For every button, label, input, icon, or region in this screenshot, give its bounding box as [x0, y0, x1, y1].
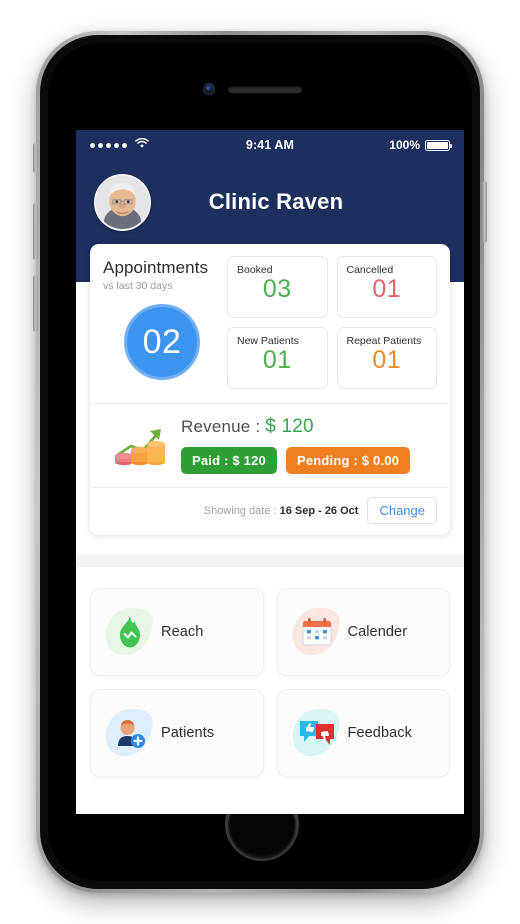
pending-badge[interactable]: Pending : $ 0.00 — [285, 447, 411, 474]
appointments-heading-block: Appointments vs last 30 days 02 — [103, 256, 221, 389]
volume-up-button[interactable] — [33, 203, 38, 260]
battery-full-icon — [425, 139, 452, 151]
menu-item-patients[interactable]: Patients — [90, 689, 264, 777]
menu-label-patients: Patients — [161, 725, 215, 741]
phone-screen: 9:41 AM 100% Clinic Raven Appointments v… — [76, 130, 464, 814]
appointments-subtitle: vs last 30 days — [103, 280, 173, 292]
menu-item-feedback[interactable]: Feedback — [276, 689, 450, 777]
change-date-button[interactable]: Change — [367, 497, 437, 524]
front-camera-icon — [203, 83, 215, 95]
stat-value-cancelled: 01 — [372, 275, 402, 303]
phone-device-frame: 9:41 AM 100% Clinic Raven Appointments v… — [33, 31, 487, 893]
add-patient-icon — [99, 702, 161, 764]
paid-badge[interactable]: Paid : $ 120 — [181, 447, 277, 474]
revenue-badges: Paid : $ 120 Pending : $ 0.00 — [181, 447, 437, 474]
date-filter-row: Showing date : 16 Sep - 26 Oct Change — [90, 488, 450, 535]
phone-inner-shell: 9:41 AM 100% Clinic Raven Appointments v… — [40, 35, 480, 889]
stat-card-repeat-patients[interactable]: Repeat Patients 01 — [336, 327, 437, 389]
silent-switch-button[interactable] — [33, 143, 38, 173]
stat-card-new-patients[interactable]: New Patients 01 — [227, 327, 328, 389]
menu-label-feedback: Feedback — [347, 725, 412, 741]
showing-date-range: 16 Sep - 26 Oct — [279, 504, 359, 517]
app-header: Clinic Raven — [76, 160, 464, 244]
stat-card-booked[interactable]: Booked 03 — [227, 256, 328, 318]
status-bar: 9:41 AM 100% — [76, 130, 464, 160]
page-title: Clinic Raven — [208, 189, 344, 214]
revenue-section: Revenue : $ 120 Paid : $ 120 Pending : $… — [90, 404, 450, 487]
battery-percent-label: 100% — [389, 138, 420, 152]
phone-bezel: 9:41 AM 100% Clinic Raven Appointments v… — [48, 43, 472, 881]
appointments-stats-grid: Booked 03 Cancelled 01 New Patients 01 R… — [221, 256, 437, 389]
volume-down-button[interactable] — [33, 275, 38, 332]
appointments-total-badge: 02 — [124, 304, 200, 380]
earpiece-speaker-icon — [228, 86, 302, 93]
menu-item-reach[interactable]: Reach — [90, 588, 264, 676]
revenue-label: Revenue : — [181, 417, 261, 436]
menu-label-calender: Calender — [347, 624, 408, 640]
stat-card-cancelled[interactable]: Cancelled 01 — [336, 256, 437, 318]
section-separator-band — [76, 554, 464, 567]
stat-value-repeat-patients: 01 — [372, 346, 402, 374]
avatar-portrait-graphic — [96, 175, 149, 229]
appointments-title: Appointments — [103, 258, 209, 277]
stat-value-new-patients: 01 — [262, 346, 292, 374]
quick-menu-grid: Reach Calender Patients Feedback — [76, 567, 464, 777]
revenue-amount: $ 120 — [265, 416, 314, 437]
menu-item-calender[interactable]: Calender — [276, 588, 450, 676]
flame-reach-icon — [99, 601, 161, 663]
showing-date-prefix: Showing date : — [203, 504, 277, 517]
stat-value-booked: 03 — [262, 275, 292, 303]
dashboard-body: Appointments vs last 30 days 02 Booked 0… — [76, 244, 464, 814]
appointments-card: Appointments vs last 30 days 02 Booked 0… — [90, 244, 450, 535]
revenue-details: Revenue : $ 120 Paid : $ 120 Pending : $… — [177, 416, 437, 474]
menu-label-reach: Reach — [161, 624, 204, 640]
screenshot-stage: 9:41 AM 100% Clinic Raven Appointments v… — [0, 0, 520, 924]
calendar-icon — [286, 601, 348, 663]
status-bar-right: 100% — [270, 138, 452, 152]
user-avatar-photo[interactable] — [94, 173, 151, 231]
revenue-growth-chart-icon — [103, 420, 177, 470]
appointments-summary: Appointments vs last 30 days 02 Booked 0… — [90, 244, 450, 403]
feedback-chat-icon — [286, 702, 348, 764]
showing-date-text: Showing date : 16 Sep - 26 Oct — [204, 505, 359, 517]
revenue-line: Revenue : $ 120 — [181, 416, 437, 438]
power-button[interactable] — [482, 181, 487, 243]
